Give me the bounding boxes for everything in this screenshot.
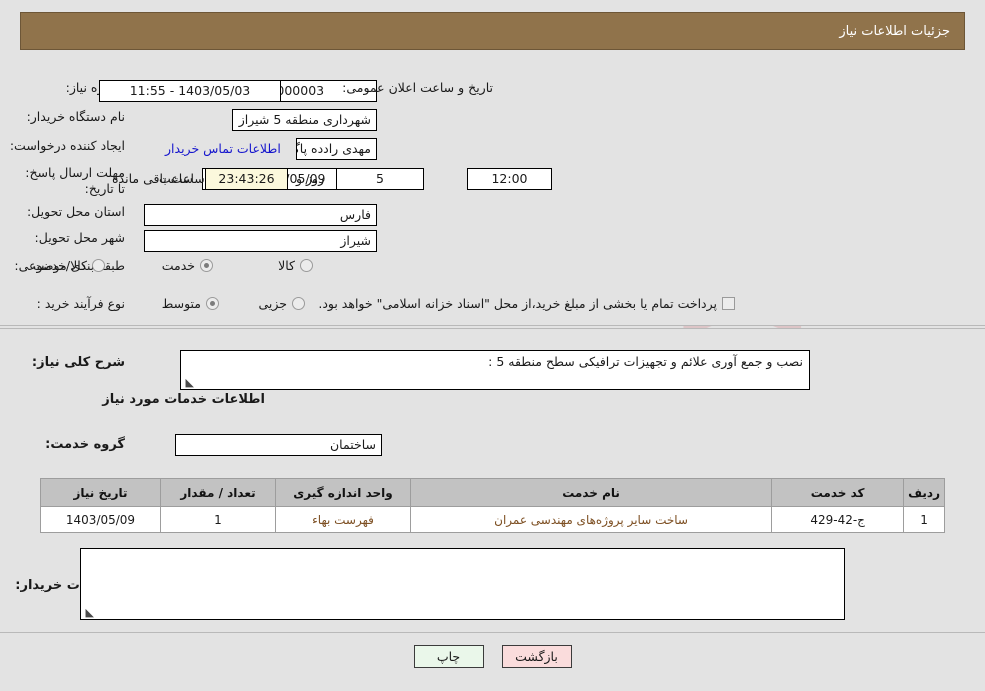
deadline-time: 12:00 — [467, 168, 552, 190]
purchase-type-option-label: جزیی — [258, 296, 287, 311]
service-group-value: ساختمان — [175, 434, 382, 456]
cell-need-date: 1403/05/09 — [40, 506, 161, 533]
col-quantity: تعداد / مقدار — [160, 478, 276, 507]
treasury-note-label: پرداخت تمام یا بخشی از مبلغ خرید،از محل … — [318, 296, 717, 311]
services-table: ردیف کد خدمت نام خدمت واحد اندازه گیری ت… — [40, 478, 945, 533]
deadline-days: 5 — [336, 168, 424, 190]
buyer-contact-link[interactable]: اطلاعات تماس خریدار — [165, 141, 281, 156]
cell-index: 1 — [903, 506, 945, 533]
action-buttons: بازگشت چاپ — [0, 645, 985, 668]
category-option-label: کالا — [278, 258, 295, 273]
province-value: فارس — [144, 204, 377, 226]
category-radio-goods-service[interactable]: کالا/خدمت — [33, 258, 105, 273]
request-creator-row: ایجاد کننده درخواست: — [10, 138, 125, 153]
category-radio-service[interactable]: خدمت — [162, 258, 213, 273]
announce-datetime-row: تاریخ و ساعت اعلان عمومی: — [342, 80, 493, 95]
category-option-label: خدمت — [161, 258, 195, 273]
description-value: نصب و جمع آوری علائم و تجهیزات ترافیکی س… — [488, 354, 803, 369]
deadline-days-label: روز و — [296, 171, 325, 186]
resize-grip-icon[interactable]: ◣ — [184, 377, 194, 388]
page-title: جزئیات اطلاعات نیاز — [20, 12, 965, 50]
buyer-org-value: شهرداری منطقه 5 شیراز — [232, 109, 377, 131]
deadline-countdown-label: ساعت باقی مانده — [112, 171, 205, 186]
announce-datetime-value: 1403/05/03 - 11:55 — [99, 80, 281, 102]
deadline-label: مهلت ارسال پاسخ: تا تاریخ: — [25, 165, 125, 196]
services-section-title: اطلاعات خدمات مورد نیاز — [102, 392, 265, 407]
col-need-date: تاریخ نیاز — [40, 478, 161, 507]
service-group-label: گروه خدمت: — [45, 437, 125, 452]
purchase-type-label: نوع فرآیند خرید : — [36, 296, 125, 311]
resize-grip-icon[interactable]: ◣ — [84, 607, 94, 618]
table-row: 1 ج-42-429 ساخت سایر پروژه‌های مهندسی عم… — [40, 506, 945, 533]
treasury-note-checkbox-row[interactable]: پرداخت تمام یا بخشی از مبلغ خرید،از محل … — [318, 296, 735, 311]
buyer-org-label: نام دستگاه خریدار: — [26, 109, 125, 124]
cell-unit: فهرست بهاء — [275, 506, 411, 533]
cell-quantity: 1 — [160, 506, 276, 533]
col-index: ردیف — [903, 478, 945, 507]
buyer-notes-textarea[interactable]: ◣ — [80, 548, 845, 620]
radio-icon-selected[interactable] — [206, 297, 219, 310]
page-root: AriaTender.net جزئیات اطلاعات نیاز شماره… — [0, 0, 985, 691]
purchase-type-radio-minor[interactable]: جزیی — [258, 296, 305, 311]
deadline-countdown: 23:43:26 — [205, 168, 288, 190]
announce-datetime-label: تاریخ و ساعت اعلان عمومی: — [342, 80, 493, 95]
province-label: استان محل تحویل: — [26, 204, 125, 219]
description-textarea[interactable]: نصب و جمع آوری علائم و تجهیزات ترافیکی س… — [180, 350, 810, 390]
checkbox-icon[interactable] — [722, 297, 735, 310]
buyer-org-row: نام دستگاه خریدار: — [27, 109, 125, 124]
description-label: شرح کلی نیاز: — [31, 355, 125, 370]
purchase-type-radio-medium[interactable]: متوسط — [162, 296, 219, 311]
category-option-label: کالا/خدمت — [32, 258, 87, 273]
request-creator-label: ایجاد کننده درخواست: — [9, 138, 125, 153]
city-row: شهر محل تحویل: — [35, 230, 125, 245]
col-name: نام خدمت — [409, 478, 773, 507]
cell-code: ج-42-429 — [771, 506, 905, 533]
print-button[interactable]: چاپ — [413, 645, 484, 668]
cell-name: ساخت سایر پروژه‌های مهندسی عمران — [409, 506, 773, 533]
table-header-row: ردیف کد خدمت نام خدمت واحد اندازه گیری ت… — [40, 478, 945, 507]
radio-icon[interactable] — [292, 297, 305, 310]
radio-icon[interactable] — [92, 259, 105, 272]
request-creator-value: مهدی رادده پاگا کارشناس قراردادها شهردار… — [296, 138, 377, 160]
purchase-type-row: نوع فرآیند خرید : — [37, 296, 125, 311]
city-label: شهر محل تحویل: — [34, 230, 125, 245]
city-value: شیراز — [144, 230, 377, 252]
purchase-type-option-label: متوسط — [161, 296, 201, 311]
back-button[interactable]: بازگشت — [501, 645, 572, 668]
col-unit: واحد اندازه گیری — [275, 478, 411, 507]
radio-icon[interactable] — [300, 259, 313, 272]
radio-icon-selected[interactable] — [200, 259, 213, 272]
deadline-row: مهلت ارسال پاسخ: تا تاریخ: — [20, 165, 125, 197]
col-code: کد خدمت — [771, 478, 905, 507]
page-title-label: جزئیات اطلاعات نیاز — [839, 23, 950, 39]
province-row: استان محل تحویل: — [27, 204, 125, 219]
category-radio-goods[interactable]: کالا — [278, 258, 313, 273]
